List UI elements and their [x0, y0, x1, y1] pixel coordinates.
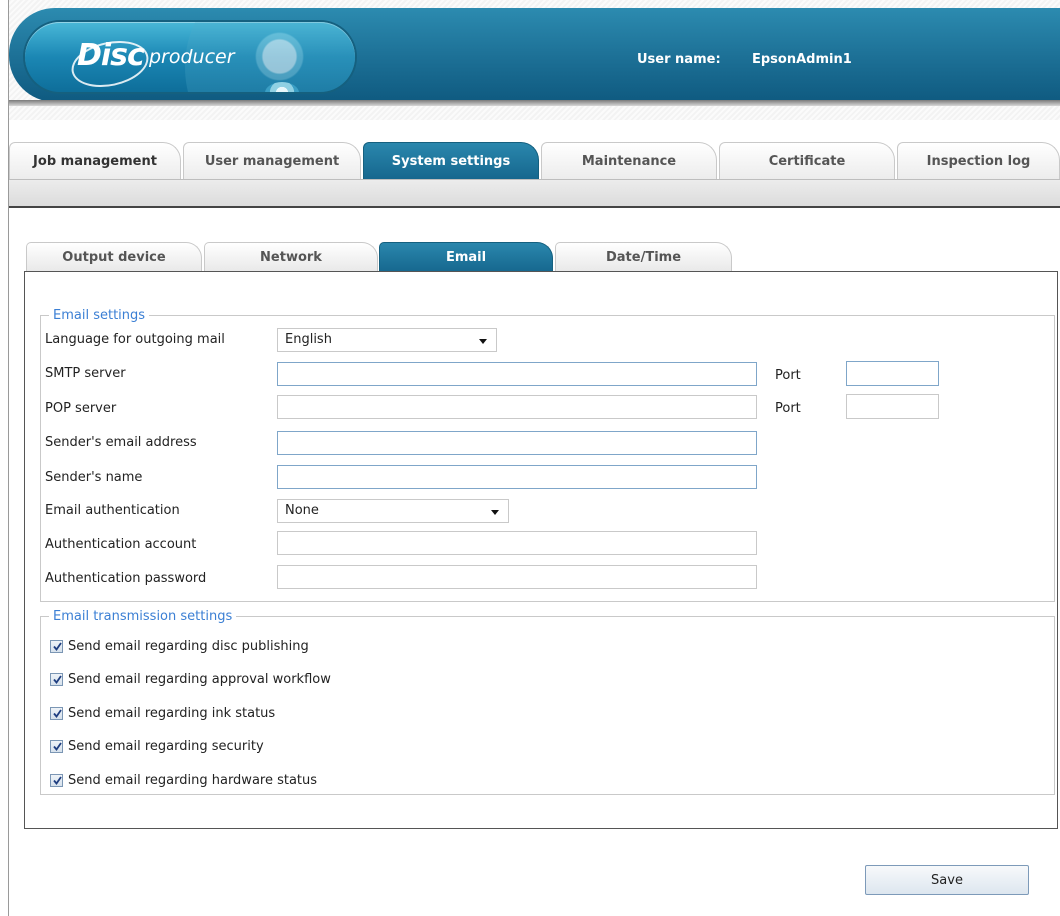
subtab-label: Date/Time: [605, 250, 682, 265]
checkbox-row-ink-status[interactable]: Send email regarding ink status: [50, 706, 275, 721]
check-icon: [53, 709, 62, 718]
email-settings-group: Email settings: [40, 308, 1055, 602]
subtab-label: Email: [445, 250, 487, 265]
page-border: [8, 0, 9, 916]
checkbox-label: Send email regarding approval workflow: [68, 672, 331, 687]
check-icon: [53, 776, 62, 785]
tab-label: Inspection log: [926, 153, 1031, 169]
sender-name-input[interactable]: [277, 465, 757, 489]
chevron-down-icon: [491, 510, 499, 515]
pop-server-label: POP server: [45, 401, 117, 416]
subtab-email[interactable]: Email: [379, 242, 553, 272]
checkbox[interactable]: [50, 673, 63, 686]
main-tab-bar: Job management User management System se…: [9, 140, 1060, 179]
auth-password-label: Authentication password: [45, 571, 207, 586]
subtab-output-device[interactable]: Output device: [26, 242, 202, 272]
transmission-settings-legend: Email transmission settings: [49, 609, 237, 624]
user-name-label: User name:: [637, 52, 721, 67]
language-select[interactable]: English: [277, 328, 497, 352]
checkbox[interactable]: [50, 740, 63, 753]
email-auth-label: Email authentication: [45, 503, 180, 518]
tab-system-settings[interactable]: System settings: [363, 142, 539, 179]
header-shadow: [9, 100, 1060, 106]
checkbox-label: Send email regarding security: [68, 739, 264, 754]
check-icon: [53, 642, 62, 651]
app-logo: Disc producer: [25, 22, 355, 92]
logo-text-disc: Disc: [77, 38, 145, 73]
checkbox-row-disc-publishing[interactable]: Send email regarding disc publishing: [50, 639, 309, 654]
smtp-port-label: Port: [775, 368, 801, 383]
check-icon: [53, 675, 62, 684]
subtab-network[interactable]: Network: [204, 242, 378, 272]
user-name-value: EpsonAdmin1: [752, 52, 852, 67]
pop-server-input[interactable]: [277, 395, 757, 419]
tab-job-management[interactable]: Job management: [9, 142, 181, 179]
tab-label: Certificate: [768, 153, 846, 169]
checkbox[interactable]: [50, 707, 63, 720]
main-tab-underbar: [9, 179, 1060, 208]
smtp-server-input[interactable]: [277, 362, 757, 386]
check-icon: [53, 742, 62, 751]
tab-certificate[interactable]: Certificate: [719, 142, 895, 179]
checkbox-row-security[interactable]: Send email regarding security: [50, 739, 264, 754]
tab-inspection-log[interactable]: Inspection log: [897, 142, 1060, 179]
checkbox-label: Send email regarding ink status: [68, 706, 276, 721]
checkbox-row-approval-workflow[interactable]: Send email regarding approval workflow: [50, 672, 331, 687]
sender-name-label: Sender's name: [45, 470, 143, 485]
checkbox[interactable]: [50, 640, 63, 653]
auth-account-input[interactable]: [277, 531, 757, 555]
auth-password-input[interactable]: [277, 565, 757, 589]
tab-label: User management: [204, 153, 340, 169]
sender-email-input[interactable]: [277, 431, 757, 455]
tab-label: Job management: [33, 153, 157, 169]
tab-label: Maintenance: [581, 153, 677, 169]
checkbox-label: Send email regarding hardware status: [68, 773, 318, 788]
language-select-value: English: [285, 332, 332, 347]
auth-account-label: Authentication account: [45, 537, 197, 552]
tab-label: System settings: [391, 153, 511, 169]
checkbox[interactable]: [50, 774, 63, 787]
subtab-label: Output device: [62, 250, 166, 265]
email-auth-select[interactable]: None: [277, 499, 509, 523]
checkbox-label: Send email regarding disc publishing: [68, 639, 309, 654]
tab-maintenance[interactable]: Maintenance: [541, 142, 717, 179]
email-settings-legend: Email settings: [49, 308, 150, 323]
checkbox-row-hardware-status[interactable]: Send email regarding hardware status: [50, 773, 317, 788]
email-auth-select-value: None: [285, 503, 319, 518]
logo-text-producer: producer: [149, 46, 235, 68]
header-banner: Disc producer User name: EpsonAdmin1: [9, 8, 1060, 102]
smtp-server-label: SMTP server: [45, 366, 126, 381]
save-button[interactable]: Save: [865, 865, 1029, 895]
pop-port-input[interactable]: [846, 394, 939, 419]
tab-user-management[interactable]: User management: [183, 142, 361, 179]
chevron-down-icon: [479, 339, 487, 344]
language-label: Language for outgoing mail: [45, 332, 225, 347]
subtab-date-time[interactable]: Date/Time: [555, 242, 732, 272]
smtp-port-input[interactable]: [846, 361, 939, 386]
sender-email-label: Sender's email address: [45, 435, 197, 450]
subtab-label: Network: [260, 250, 322, 265]
pop-port-label: Port: [775, 401, 801, 416]
